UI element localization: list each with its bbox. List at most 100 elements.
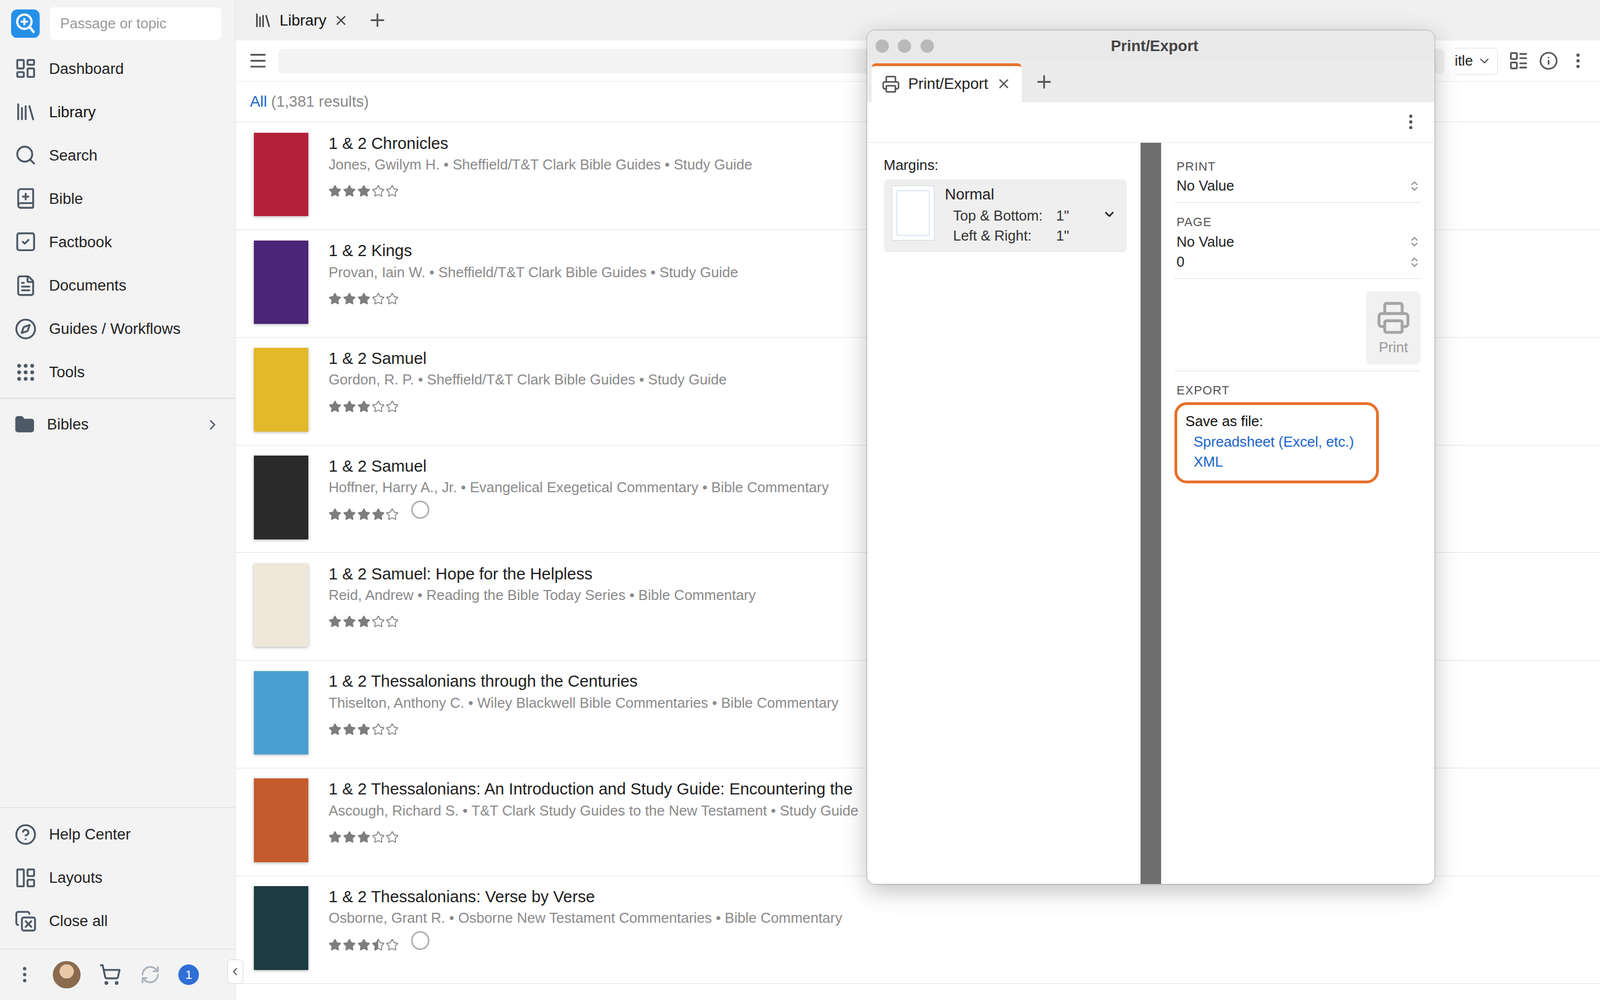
export-link[interactable]: Spreadsheet (Excel, etc.) — [1185, 431, 1354, 453]
star-rating[interactable] — [328, 290, 399, 304]
book-title[interactable]: 1 & 2 Kings — [328, 241, 738, 260]
star-icon — [357, 400, 371, 414]
star-icon — [371, 507, 385, 522]
close-window-button[interactable] — [875, 39, 889, 53]
star — [371, 506, 385, 520]
sidebar-footer-item[interactable]: Layouts — [0, 856, 235, 900]
page-number-input[interactable]: 0 — [1176, 251, 1421, 273]
star-icon — [371, 722, 385, 737]
star-rating[interactable] — [328, 721, 399, 735]
tab[interactable]: Library — [246, 3, 358, 37]
star-icon — [342, 292, 357, 306]
star — [371, 936, 385, 950]
printer-icon — [1376, 300, 1411, 335]
star — [357, 721, 371, 735]
sidebar-item[interactable]: Dashboard — [0, 46, 235, 90]
close-tab-icon[interactable] — [996, 76, 1012, 92]
sidebar-footer-item[interactable]: Close all — [0, 899, 235, 943]
passage-search-input[interactable]: Passage or topic — [50, 7, 222, 40]
export-options: Save as file:Spreadsheet (Excel, etc.)XM… — [1174, 402, 1379, 484]
menu-icon[interactable] — [247, 50, 269, 72]
sidebar-item[interactable]: Library — [0, 90, 235, 134]
view-mode-icon[interactable] — [1508, 50, 1529, 72]
star — [371, 182, 385, 197]
book-cover — [253, 132, 308, 217]
sort-dropdown[interactable]: itle — [1454, 47, 1498, 75]
star-icon — [385, 184, 399, 198]
book-title[interactable]: 1 & 2 Samuel — [328, 348, 727, 368]
star-icon — [328, 722, 342, 737]
book-title[interactable]: 1 & 2 Thessalonians through the Centurie… — [328, 671, 839, 691]
margins-dropdown[interactable]: NormalTop & Bottom:1"Left & Right:1" — [883, 179, 1127, 253]
window-title-bar[interactable]: Print/Export — [867, 30, 1435, 62]
margin-row: Left & Right:1" — [945, 225, 1093, 247]
reading-progress — [411, 931, 430, 950]
print-button[interactable]: Print — [1366, 291, 1420, 365]
sync-icon[interactable] — [140, 964, 161, 985]
star-icon — [357, 292, 371, 306]
book-title[interactable]: 1 & 2 Samuel: Hope for the Helpless — [328, 564, 756, 584]
export-link[interactable]: XML — [1185, 451, 1354, 473]
star-icon — [328, 507, 342, 522]
star — [357, 613, 371, 627]
filter-link[interactable]: All — [250, 92, 268, 111]
sidebar-item[interactable]: Tools — [0, 350, 235, 394]
star — [342, 506, 357, 520]
more-icon[interactable] — [1568, 51, 1588, 71]
more-icon[interactable] — [1401, 112, 1421, 132]
print-select[interactable]: No Value — [1176, 175, 1421, 197]
more-icon[interactable] — [14, 964, 35, 985]
result-count: (1,381 results) — [271, 92, 369, 111]
sidebar-item[interactable]: Documents — [0, 263, 235, 308]
book-title[interactable]: 1 & 2 Samuel — [328, 456, 829, 476]
star-icon — [385, 938, 399, 952]
sidebar-item[interactable]: Search — [0, 133, 235, 178]
info-icon[interactable] — [1538, 51, 1559, 71]
book-title[interactable]: 1 & 2 Chronicles — [328, 133, 753, 153]
folder-icon — [14, 414, 35, 435]
star — [357, 182, 371, 197]
rating-row — [328, 823, 859, 843]
zoom-window-button[interactable] — [920, 39, 934, 53]
logos-logo-icon[interactable] — [11, 9, 40, 38]
sidebar-item[interactable]: Guides / Workflows — [0, 307, 235, 351]
add-tab-icon[interactable] — [1033, 71, 1055, 93]
sidebar-header: Passage or topic — [0, 0, 235, 47]
window-tab[interactable]: Print/Export — [871, 63, 1023, 103]
sidebar-item[interactable]: Factbook — [0, 220, 235, 264]
sidebar-folder[interactable]: Bibles — [0, 402, 235, 447]
book-row[interactable]: 1 & 2 Thessalonians: Verse by VerseOsbor… — [235, 876, 1600, 984]
star-rating[interactable] — [328, 613, 399, 627]
star — [328, 182, 342, 197]
sidebar-item[interactable]: Bible — [0, 177, 235, 221]
collapse-sidebar-button[interactable] — [227, 959, 244, 984]
close-tab-icon[interactable] — [333, 12, 349, 29]
star-rating[interactable] — [328, 506, 399, 520]
sidebar-footer-item[interactable]: Help Center — [0, 812, 235, 857]
star-rating[interactable] — [328, 398, 399, 412]
rating-row — [328, 608, 756, 627]
book-title[interactable]: 1 & 2 Thessalonians: An Introduction and… — [328, 779, 859, 799]
rating-row — [328, 716, 839, 735]
star — [385, 828, 399, 843]
pane-divider[interactable] — [1140, 142, 1162, 884]
notification-badge[interactable]: 1 — [178, 964, 199, 985]
book-meta: Ascough, Richard S. • T&T Clark Study Gu… — [328, 802, 859, 819]
star-icon — [328, 938, 342, 952]
star — [357, 506, 371, 520]
add-tab-icon[interactable] — [367, 10, 388, 31]
book-title[interactable]: 1 & 2 Thessalonians: Verse by Verse — [328, 887, 843, 907]
star-rating[interactable] — [328, 182, 399, 197]
bible-icon — [14, 187, 37, 210]
star-rating[interactable] — [328, 828, 399, 843]
print-export-window: Print/ExportPrint/Export Margins:NormalTo… — [867, 30, 1435, 884]
cart-icon[interactable] — [98, 963, 122, 986]
preview-pane: Margins:NormalTop & Bottom:1"Left & Righ… — [867, 142, 1141, 884]
user-avatar[interactable] — [52, 961, 81, 989]
rating-row — [328, 931, 843, 950]
star — [328, 828, 342, 843]
star-rating[interactable] — [328, 936, 399, 950]
star — [328, 398, 342, 412]
minimize-window-button[interactable] — [897, 39, 912, 53]
page-select[interactable]: No Value — [1176, 231, 1421, 253]
